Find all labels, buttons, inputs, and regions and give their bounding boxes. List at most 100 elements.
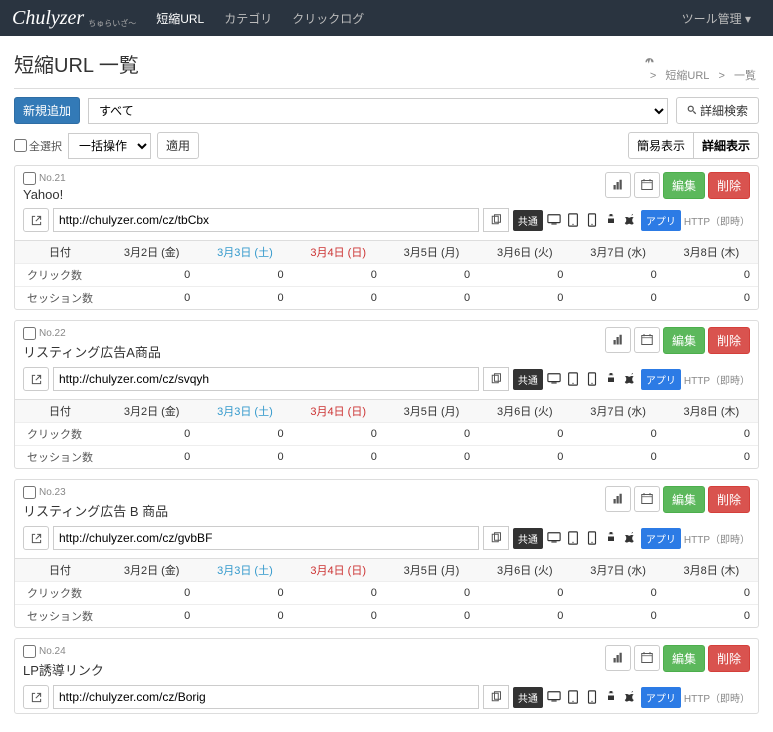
card-no: No.21 [23,172,605,185]
col-day: 3月4日 (日) [292,241,385,264]
calendar-button[interactable] [634,172,660,198]
copy-button[interactable] [483,526,509,550]
card-checkbox[interactable] [23,172,36,185]
card-title: LP誘導リンク [23,660,605,679]
col-day: 3月3日 (土) [198,241,291,264]
android-icon [603,212,619,228]
page-header: 短縮URL 一覧 > 短縮URL > 一覧 [14,44,759,89]
card-no: No.22 [23,327,605,340]
col-day: 3月3日 (土) [198,559,291,582]
url-input[interactable] [53,367,479,391]
android-icon [603,530,619,546]
cell-value: 0 [105,605,198,628]
copy-button[interactable] [483,367,509,391]
cell-value: 0 [571,287,664,310]
select-all-label[interactable]: 全選択 [14,138,62,154]
url-input[interactable] [53,526,479,550]
copy-button[interactable] [483,208,509,232]
col-day: 3月8日 (木) [665,559,758,582]
select-all-checkbox[interactable] [14,139,27,152]
chart-button[interactable] [605,327,631,353]
nav-tool-menu[interactable]: ツール管理 ▾ [672,10,761,27]
col-day: 3月2日 (金) [105,559,198,582]
bulk-action-select[interactable]: 一括操作 [68,133,151,159]
cell-value: 0 [198,446,291,469]
url-card: No.21 Yahoo! 編集 削除 共通 アプリ HTTP（即時） [14,165,759,310]
delete-button[interactable]: 削除 [708,172,750,199]
apple-icon [622,689,638,705]
toolbar: 新規追加 すべて 詳細検索 [14,97,759,124]
phone-icon [584,530,600,546]
row-label: セッション数 [15,446,105,469]
chart-button[interactable] [605,172,631,198]
view-detail-button[interactable]: 詳細表示 [693,132,759,159]
col-day: 3月4日 (日) [292,559,385,582]
col-date: 日付 [15,400,105,423]
search-button[interactable]: 詳細検索 [676,97,759,124]
url-input[interactable] [53,685,479,709]
open-link-button[interactable] [23,685,49,709]
card-no: No.23 [23,486,605,499]
col-day: 3月2日 (金) [105,400,198,423]
nav-category[interactable]: カテゴリ [214,10,282,27]
apply-button[interactable]: 適用 [157,132,199,159]
open-link-button[interactable] [23,208,49,232]
card-title: Yahoo! [23,187,605,202]
cell-value: 0 [198,287,291,310]
edit-button[interactable]: 編集 [663,327,705,354]
card-title: リスティング広告A商品 [23,342,605,361]
edit-button[interactable]: 編集 [663,486,705,513]
open-link-button[interactable] [23,526,49,550]
col-day: 3月8日 (木) [665,400,758,423]
edit-button[interactable]: 編集 [663,172,705,199]
cell-value: 0 [665,582,758,605]
col-date: 日付 [15,241,105,264]
copy-button[interactable] [483,685,509,709]
delete-button[interactable]: 削除 [708,645,750,672]
card-checkbox[interactable] [23,645,36,658]
col-date: 日付 [15,559,105,582]
calendar-button[interactable] [634,645,660,671]
android-icon [603,371,619,387]
stats-table: 日付3月2日 (金)3月3日 (土)3月4日 (日)3月5日 (月)3月6日 (… [15,399,758,468]
col-day: 3月7日 (水) [571,559,664,582]
edit-button[interactable]: 編集 [663,645,705,672]
app-badge: アプリ [641,687,681,708]
nav-short-url[interactable]: 短縮URL [146,10,214,27]
cell-value: 0 [385,605,478,628]
delete-button[interactable]: 削除 [708,327,750,354]
app-badge: アプリ [641,210,681,231]
url-input[interactable] [53,208,479,232]
nav-clicklog[interactable]: クリックログ [282,10,374,27]
apple-icon [622,212,638,228]
android-icon [603,689,619,705]
cell-value: 0 [571,605,664,628]
add-new-button[interactable]: 新規追加 [14,97,80,124]
chart-button[interactable] [605,645,631,671]
row-label: クリック数 [15,264,105,287]
common-badge: 共通 [513,528,543,549]
chart-button[interactable] [605,486,631,512]
http-label: HTTP（即時） [684,690,750,705]
calendar-button[interactable] [634,486,660,512]
open-link-button[interactable] [23,367,49,391]
cell-value: 0 [198,605,291,628]
card-checkbox[interactable] [23,327,36,340]
breadcrumb-mid[interactable]: 短縮URL [665,70,709,82]
calendar-button[interactable] [634,327,660,353]
dashboard-icon[interactable] [644,56,759,67]
http-label: HTTP（即時） [684,372,750,387]
delete-button[interactable]: 削除 [708,486,750,513]
phone-icon [584,689,600,705]
card-title: リスティング広告 B 商品 [23,501,605,520]
cell-value: 0 [292,264,385,287]
col-day: 3月6日 (火) [478,559,571,582]
card-checkbox[interactable] [23,486,36,499]
col-day: 3月3日 (土) [198,400,291,423]
tablet-icon [565,530,581,546]
category-select[interactable]: すべて [88,98,668,124]
view-simple-button[interactable]: 簡易表示 [628,132,693,159]
col-day: 3月6日 (火) [478,400,571,423]
cell-value: 0 [571,446,664,469]
desktop-icon [546,689,562,705]
